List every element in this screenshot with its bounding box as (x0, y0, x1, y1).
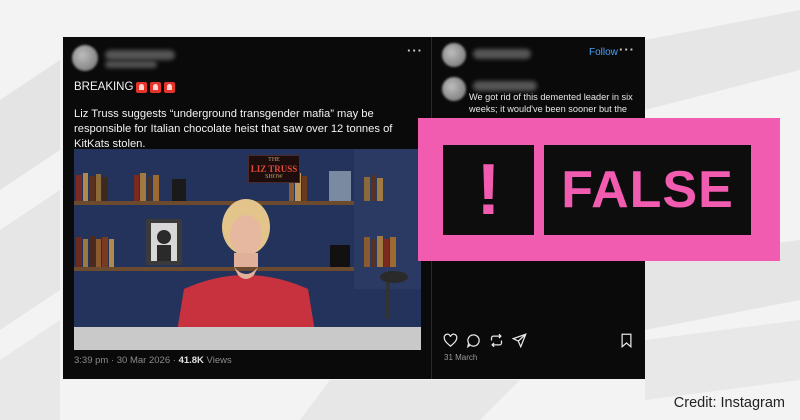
show-logo-line3: SHOW (265, 174, 283, 180)
commenter-avatar (442, 77, 466, 101)
author-handle-redacted (105, 61, 157, 68)
comment-icon[interactable] (466, 333, 481, 348)
image-credit: Credit: Instagram (673, 395, 785, 411)
post-timestamp: 3:39 pm · 30 Mar 2026 · (74, 355, 179, 366)
comment-text: We got rid of this demented leader in si… (469, 92, 633, 114)
more-horizontal-icon[interactable]: ··· (407, 43, 423, 58)
views-count: 41.8K (178, 355, 204, 366)
poster-name-redacted (473, 49, 531, 59)
breaking-line: BREAKING (74, 81, 176, 93)
bookmark-icon[interactable] (620, 333, 633, 348)
views-label: Views (203, 355, 232, 366)
false-verdict-badge: ! FALSE (418, 118, 780, 261)
verdict-label: FALSE (544, 144, 751, 235)
post-headline: Liz Truss suggests “underground transgen… (74, 108, 393, 150)
heart-icon[interactable] (443, 333, 458, 348)
siren-icon (136, 81, 148, 93)
show-logo-line1: THE (268, 157, 280, 163)
video-thumbnail[interactable]: THE LIZ TRUSS SHOW (74, 149, 421, 350)
share-icon[interactable] (512, 333, 527, 348)
post-panel: ··· BREAKING Liz Truss suggests “undergr… (63, 37, 432, 379)
post-date: 31 March (444, 353, 478, 362)
breaking-label: BREAKING (74, 81, 134, 93)
more-horizontal-icon[interactable]: ··· (619, 42, 635, 57)
siren-icon (150, 81, 162, 93)
show-logo-line2: LIZ TRUSS (250, 164, 298, 174)
show-logo: THE LIZ TRUSS SHOW (248, 155, 300, 183)
siren-icon (164, 81, 176, 93)
author-name-redacted (105, 50, 175, 60)
commenter-name-redacted (473, 81, 537, 91)
poster-avatar (442, 43, 466, 67)
follow-button[interactable]: Follow (589, 47, 618, 58)
author-avatar (72, 45, 98, 71)
post-meta: 3:39 pm · 30 Mar 2026 · 41.8K Views (74, 355, 232, 366)
exclamation-mark: ! (443, 144, 534, 235)
repost-icon[interactable] (489, 333, 504, 348)
